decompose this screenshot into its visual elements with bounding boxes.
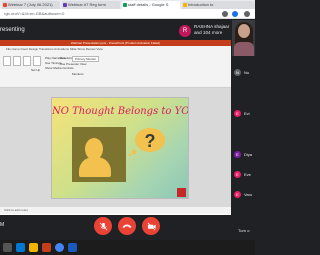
chrome-icon[interactable] <box>55 243 64 252</box>
turn-off-label[interactable]: Turn o <box>238 228 249 233</box>
slide-logo-badge <box>177 188 186 197</box>
slide-title: NO Thought Belongs to YOU <box>52 106 189 117</box>
tab-favicon-icon <box>183 3 187 7</box>
hang-up-icon <box>122 224 132 228</box>
participant-avatar: E <box>234 110 241 117</box>
powerpoint-ribbon: Set Up Play Narrations Use Timings Show … <box>0 52 231 88</box>
word-icon[interactable] <box>68 243 77 252</box>
camera-off-icon <box>147 222 156 230</box>
participant-avatar: E <box>234 171 241 178</box>
powerpoint-status-bar: Click to add notes <box>0 207 231 214</box>
tab-favicon-icon <box>3 3 7 7</box>
participant-avatar: N <box>234 69 241 76</box>
edge-icon[interactable] <box>16 243 25 252</box>
mic-off-icon <box>99 222 107 230</box>
profile-avatar-icon[interactable] <box>232 11 238 17</box>
browser-tab-strip: Webinar 7 (July 06.2021) Webinar #7 Reg … <box>0 0 255 9</box>
powerpoint-icon[interactable] <box>42 243 51 252</box>
set-up-group-label: Set Up <box>31 68 41 72</box>
participant-tile[interactable]: E Varu <box>232 188 255 202</box>
browser-tab-label: staff details - Google S <box>128 2 169 7</box>
browser-tab-introduction[interactable]: Introduction to <box>182 1 255 9</box>
presentation-slide: NO Thought Belongs to YOU ? <box>51 97 189 199</box>
url-field[interactable]: rgb-oruV=&hl=en-GB&authuser=0 <box>4 10 164 17</box>
participant-tile[interactable]: N Nu <box>232 66 255 80</box>
os-taskbar <box>0 240 255 255</box>
participant-name: Varu <box>244 192 253 197</box>
participant-name: Evi <box>244 111 250 116</box>
meeting-code-fragment: M <box>0 222 5 228</box>
extension-icon[interactable] <box>222 11 228 17</box>
camera-person-body <box>234 42 254 56</box>
set-up-slideshow-icon <box>3 56 11 66</box>
rehearse-timings-icon <box>23 56 31 66</box>
person-head-silhouette <box>85 138 103 160</box>
file-explorer-icon[interactable] <box>29 243 38 252</box>
menu-icon[interactable] <box>244 11 250 17</box>
mic-toggle-button[interactable] <box>94 217 112 235</box>
record-slideshow-icon <box>33 56 41 66</box>
hide-slide-icon <box>13 56 21 66</box>
camera-person-face <box>238 24 250 38</box>
browser-tab-staff-details[interactable]: staff details - Google S <box>122 1 180 9</box>
browser-tab-label: Webinar #7 Reg form <box>68 2 106 7</box>
browser-tab-label: Introduction to <box>188 2 214 7</box>
leave-call-button[interactable] <box>118 217 136 235</box>
participant-tile[interactable]: E Evi <box>232 107 255 121</box>
participant-name: Eve <box>244 172 251 177</box>
browser-tab-reg-form[interactable]: Webinar #7 Reg form <box>62 1 120 9</box>
tab-favicon-icon <box>63 3 67 7</box>
address-bar: rgb-oruV=&hl=en-GB&authuser=0 <box>0 9 255 19</box>
presenter-label: RASHNA shajaar and 104 more <box>194 24 230 35</box>
self-camera-tile[interactable] <box>232 20 255 56</box>
presenting-label: resenting <box>0 27 25 33</box>
participant-avatar: E <box>234 191 241 198</box>
monitors-group-label: Monitors <box>72 72 84 76</box>
participant-avatar: E <box>234 151 241 158</box>
browser-tab-webinar[interactable]: Webinar 7 (July 06.2021) <box>2 1 60 9</box>
camera-toggle-button[interactable] <box>142 217 160 235</box>
participant-name: Diya <box>244 152 253 157</box>
participant-tile[interactable]: E Diya <box>232 148 255 162</box>
person-silhouette <box>79 157 111 177</box>
participant-tile[interactable]: E Eve <box>232 168 255 182</box>
participant-rail <box>231 56 255 231</box>
presenter-avatar: R <box>179 25 191 37</box>
participant-name: Nu <box>244 70 250 75</box>
svg-text:?: ? <box>145 131 156 151</box>
task-view-icon[interactable] <box>3 243 12 252</box>
presenter-view-checkbox[interactable]: Use Presenter View <box>60 62 86 66</box>
browser-tab-label: Webinar 7 (July 06.2021) <box>8 2 53 7</box>
show-media-controls-checkbox[interactable]: Show Media Controls <box>45 66 74 70</box>
thought-bubble-icon: ? <box>128 128 165 156</box>
tab-favicon-icon <box>123 3 127 7</box>
